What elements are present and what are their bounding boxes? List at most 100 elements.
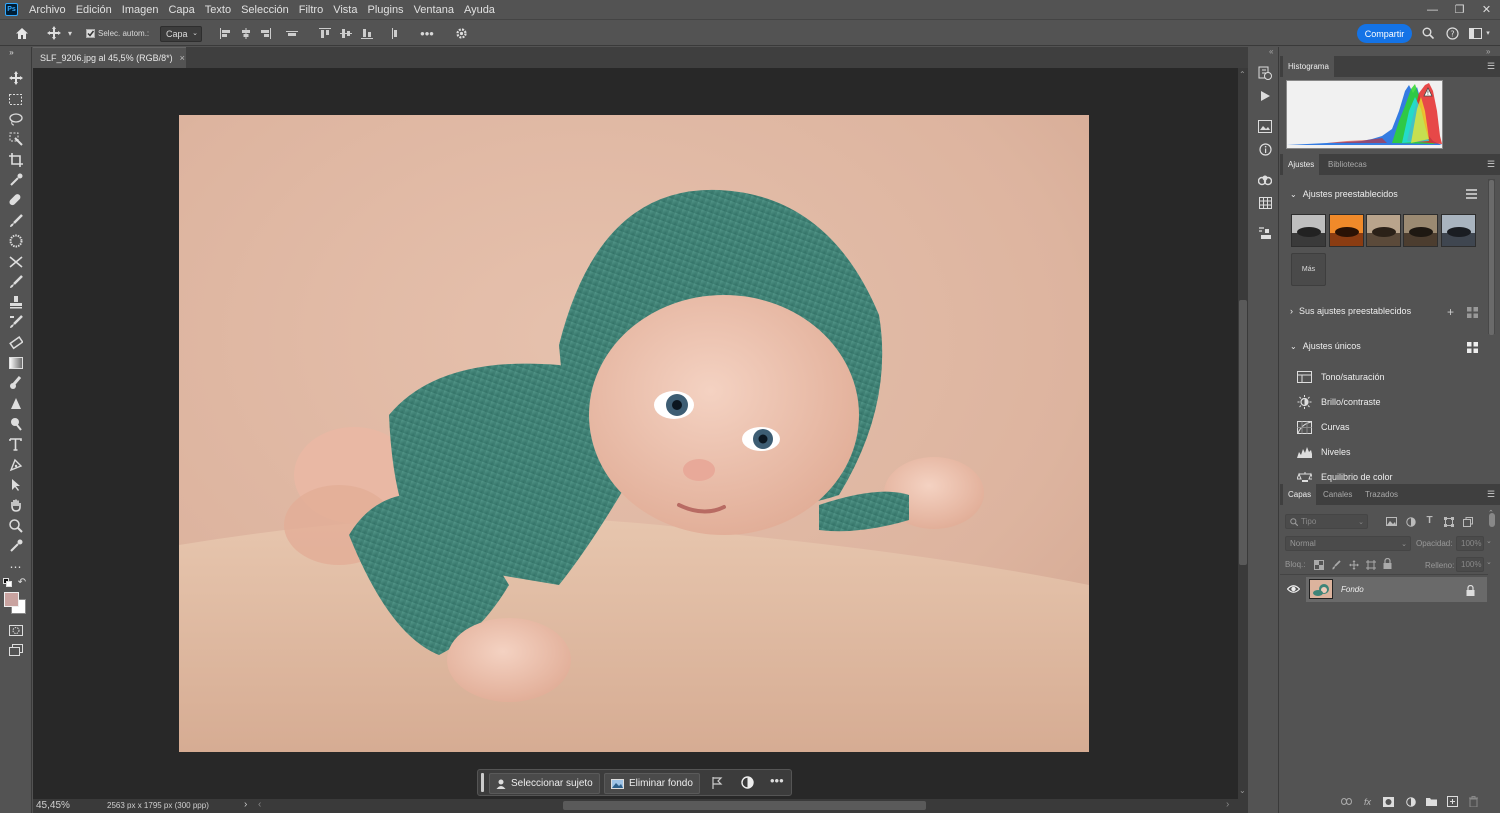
properties-panel-icon[interactable]	[1257, 118, 1273, 134]
chevron-down-icon[interactable]: ⌄	[1486, 558, 1492, 566]
filter-toggle-switch[interactable]	[1489, 513, 1495, 527]
align-bottom-icon[interactable]	[360, 20, 374, 46]
menu-filtro[interactable]: Filtro	[294, 4, 328, 16]
share-button[interactable]: Compartir	[1357, 24, 1412, 43]
delete-layer-icon[interactable]	[1468, 796, 1479, 807]
adjustments-scroll-thumb[interactable]	[1489, 180, 1494, 335]
distribute-icon[interactable]	[285, 20, 299, 46]
chevron-down-icon[interactable]: ▾	[1483, 20, 1493, 46]
history-brush-tool-icon[interactable]	[7, 253, 24, 269]
adjustment-levels[interactable]: Niveles	[1297, 444, 1351, 460]
eye-visibility-icon[interactable]	[1287, 584, 1301, 596]
tab-capas[interactable]: Capas	[1283, 484, 1317, 505]
layer-filter-input[interactable]: Tipo ⌄	[1285, 514, 1368, 529]
preset-thumbnail-3[interactable]	[1366, 214, 1401, 247]
layer-comps-icon[interactable]	[1257, 225, 1273, 241]
fill-input[interactable]: 100%	[1456, 557, 1484, 572]
blend-mode-dropdown[interactable]: Normal ⌄	[1285, 536, 1411, 551]
menu-ventana[interactable]: Ventana	[409, 4, 459, 16]
lock-position-icon[interactable]	[1348, 559, 1359, 570]
pen-tool-icon[interactable]	[7, 457, 24, 473]
screen-mode-icon[interactable]	[7, 642, 24, 658]
object-selection-tool-icon[interactable]	[7, 131, 24, 147]
crop-tool-icon[interactable]	[7, 152, 24, 168]
layer-row-fondo[interactable]	[1306, 577, 1487, 602]
auto-select-target-dropdown[interactable]: Capa ⌄	[160, 26, 202, 42]
preset-thumbnail-5[interactable]	[1441, 214, 1476, 247]
menu-plugins[interactable]: Plugins	[362, 4, 408, 16]
panel-menu-icon[interactable]: ☰	[1487, 159, 1495, 170]
more-presets-button[interactable]: Más	[1291, 253, 1326, 286]
foreground-color-swatch[interactable]	[4, 592, 19, 607]
mixer-brush-tool-icon[interactable]	[7, 314, 24, 330]
tab-canales[interactable]: Canales	[1318, 484, 1357, 505]
remove-background-button[interactable]: Eliminar fondo	[604, 773, 700, 794]
marquee-tool-icon[interactable]	[7, 91, 24, 107]
scroll-up-icon[interactable]: ⌃	[1239, 70, 1246, 79]
menu-seleccion[interactable]: Selección	[236, 4, 294, 16]
lock-transparent-icon[interactable]	[1313, 559, 1324, 570]
menu-archivo[interactable]: Archivo	[24, 4, 71, 16]
default-colors-icon[interactable]	[3, 578, 13, 587]
chevron-down-icon[interactable]: ⌄	[1486, 537, 1492, 545]
panel-menu-icon[interactable]: ☰	[1487, 61, 1495, 72]
close-tab-icon[interactable]: ×	[180, 53, 185, 63]
link-layers-icon[interactable]	[1341, 796, 1352, 807]
tab-histogram[interactable]: Histograma	[1283, 56, 1334, 77]
layer-name[interactable]: Fondo	[1341, 585, 1364, 594]
document-tab[interactable]: SLF_9206.jpg al 45,5% (RGB/8*) ×	[33, 47, 186, 68]
workspace-icon[interactable]	[1466, 20, 1484, 46]
new-group-icon[interactable]	[1426, 796, 1437, 807]
adjustment-icon[interactable]	[741, 776, 755, 790]
clone-stamp-tool-icon[interactable]	[7, 233, 24, 249]
quick-mask-icon[interactable]	[7, 622, 24, 638]
stamp-tool-icon[interactable]	[7, 294, 24, 310]
chevron-down-icon[interactable]: ▾	[64, 20, 76, 46]
select-subject-button[interactable]: Seleccionar sujeto	[489, 773, 600, 794]
distribute-vertical-icon[interactable]	[386, 20, 400, 46]
scroll-left-icon[interactable]: ‹	[258, 799, 261, 810]
filter-smart-object-icon[interactable]	[1462, 516, 1473, 527]
preset-thumbnail-1[interactable]	[1291, 214, 1326, 247]
actions-play-icon[interactable]	[1257, 88, 1273, 104]
filter-shape-icon[interactable]	[1443, 516, 1454, 527]
presets-section-header[interactable]: ⌄ Ajustes preestablecidos	[1290, 189, 1398, 199]
zoom-level[interactable]: 45,45%	[36, 800, 70, 811]
lock-icon[interactable]	[1466, 585, 1475, 596]
align-right-icon[interactable]	[259, 20, 273, 46]
path-selection-tool-icon[interactable]	[7, 477, 24, 493]
gradient-tool-icon[interactable]	[7, 355, 24, 371]
auto-select-checkbox[interactable]	[85, 20, 95, 46]
tab-trazados[interactable]: Trazados	[1360, 484, 1403, 505]
filter-pixel-icon[interactable]	[1386, 516, 1397, 527]
scroll-down-icon[interactable]: ⌄	[1239, 786, 1246, 795]
document-image[interactable]	[179, 115, 1089, 752]
scroll-right-icon[interactable]: ›	[1226, 799, 1229, 810]
menu-imagen[interactable]: Imagen	[117, 4, 164, 16]
gear-icon[interactable]	[453, 20, 469, 46]
restore-icon[interactable]: ❐	[1446, 0, 1473, 19]
minimize-icon[interactable]: —	[1419, 0, 1446, 19]
search-icon[interactable]	[1420, 20, 1436, 46]
brush-tool-icon[interactable]	[7, 213, 24, 229]
color-sampler-icon[interactable]	[7, 538, 24, 554]
vertical-scroll-thumb[interactable]	[1239, 300, 1247, 565]
spot-healing-tool-icon[interactable]	[7, 192, 24, 208]
layer-effects-icon[interactable]: fx	[1362, 796, 1373, 807]
align-hcenter-icon[interactable]	[239, 20, 253, 46]
close-icon[interactable]: ✕	[1473, 0, 1500, 19]
lock-all-icon[interactable]	[1382, 558, 1393, 569]
move-tool-icon[interactable]	[44, 20, 64, 46]
color-panel-icon[interactable]	[1257, 173, 1273, 189]
preset-thumbnail-2[interactable]	[1329, 214, 1364, 247]
filter-adjustment-icon[interactable]	[1405, 516, 1416, 527]
grid-view-icon[interactable]	[1467, 342, 1478, 353]
adjustment-brightness-contrast[interactable]: Brillo/contraste	[1297, 394, 1381, 410]
collapse-toolbar-icon[interactable]: »	[3, 47, 20, 57]
tab-ajustes[interactable]: Ajustes	[1283, 154, 1320, 175]
collapse-dock-icon[interactable]: »	[1486, 47, 1490, 56]
align-vcenter-icon[interactable]	[339, 20, 353, 46]
smudge-tool-icon[interactable]	[7, 375, 24, 391]
history-panel-icon[interactable]	[1257, 65, 1273, 81]
hand-tool-icon[interactable]	[7, 497, 24, 513]
